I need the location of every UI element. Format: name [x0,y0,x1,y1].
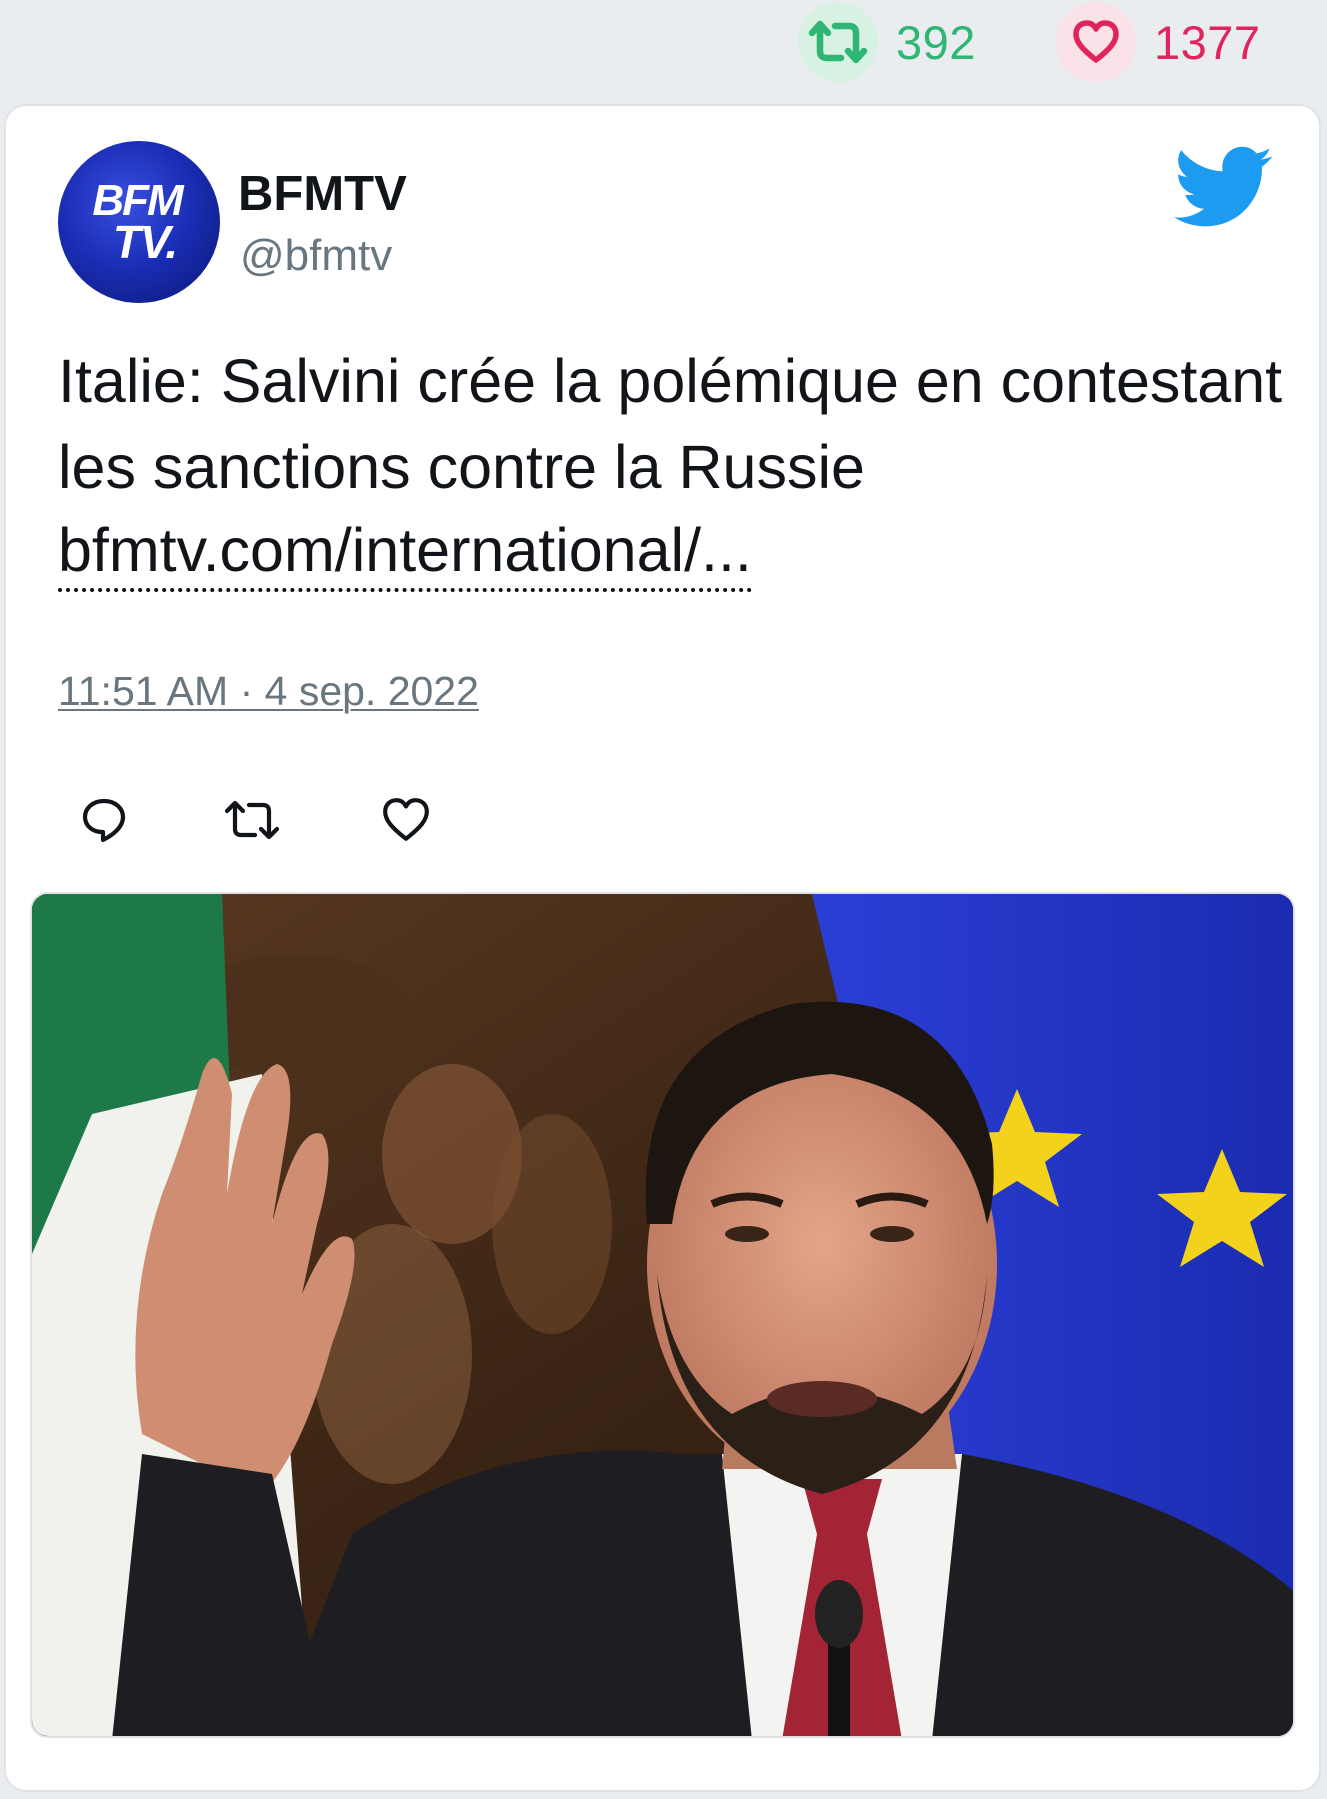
like-count-stat[interactable]: 1377 [1056,2,1261,82]
tweet-timestamp[interactable]: 11:51 AM · 4 sep. 2022 [58,668,479,715]
avatar[interactable]: BFM TV. [58,141,220,303]
retweet-icon [798,2,878,82]
like-button[interactable] [374,788,438,852]
heart-icon [383,798,429,841]
tweet-media-image[interactable] [30,892,1295,1738]
reply-button[interactable] [72,788,136,852]
tweet-text: Italie: Salvini crée la polémique en con… [58,347,1283,501]
tweet-link[interactable]: bfmtv.com/international/... [58,512,752,592]
retweet-button[interactable] [220,788,284,852]
reply-icon [82,798,126,843]
author-handle[interactable]: @bfmtv [240,231,392,281]
retweet-icon [224,800,280,840]
avatar-logo-line2: TV. [112,216,178,269]
tweet-stats-bar: 392 1377 [0,0,1327,100]
heart-icon [1056,2,1136,82]
tweet-card: BFM TV. BFMTV @bfmtv Italie: Salvini cré… [4,104,1321,1792]
author-name[interactable]: BFMTV [238,166,407,222]
retweet-count-stat[interactable]: 392 [798,2,976,82]
retweet-count: 392 [896,15,976,69]
twitter-bird-icon[interactable] [1174,146,1274,230]
like-count: 1377 [1154,15,1261,69]
avatar-logo-line1: BFM [92,175,183,225]
